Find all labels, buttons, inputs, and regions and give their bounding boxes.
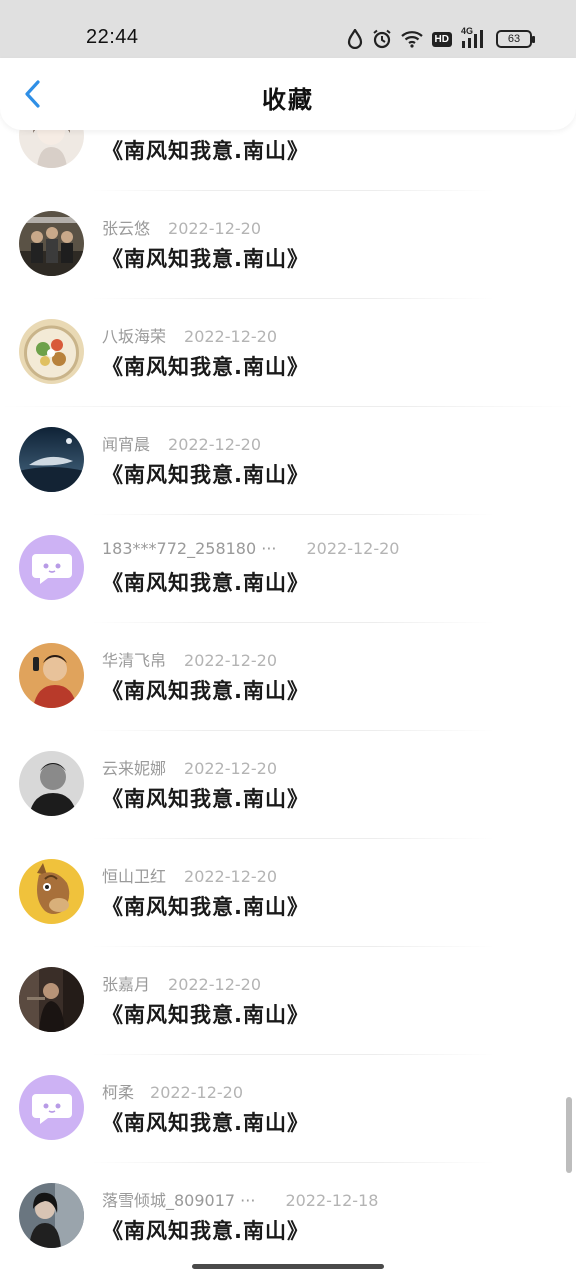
status-bar: 22:44 HD 4G 63 [0,0,576,58]
post-date: 2022-12-20 [168,435,261,454]
user-name: 恒山卫红 [102,867,167,886]
item-meta: 张云悠 2022-12-20 [102,215,261,238]
post-date: 2022-12-20 [150,1083,243,1102]
post-date: 2022-12-20 [306,539,400,558]
user-name: 闻宵晨 [102,435,151,454]
avatar [19,427,84,492]
book-title: 《南风知我意.南山》 [102,571,309,595]
list-item[interactable]: 华清飞帛 2022-12-20 《南风知我意.南山》 [0,623,576,731]
avatar [19,211,84,276]
default-avatar [19,535,84,600]
book-title: 《南风知我意.南山》 [102,787,309,811]
status-time: 22:44 [86,26,139,48]
avatar [19,643,84,708]
chat-bubble-icon [31,553,72,584]
avatar [19,751,84,816]
list-item[interactable]: 闻宵晨 2022-12-20 《南风知我意.南山》 [0,407,576,515]
item-meta: 闻宵晨 2022-12-20 [102,431,261,454]
post-date: 2022-12-20 [184,327,277,346]
list-item[interactable]: 恒山卫红 2022-12-20 《南风知我意.南山》 [0,839,576,947]
user-name: 183***772_258180 ··· [102,539,277,558]
item-meta: 183***772_258180 ··· 2022-12-20 [102,539,399,561]
avatar [19,1183,84,1248]
list-item[interactable]: 柯柔 2022-12-20 《南风知我意.南山》 [0,1055,576,1163]
list-item[interactable]: 八坂海荣 2022-12-20 《南风知我意.南山》 [0,299,576,407]
list-item[interactable]: 张嘉月 2022-12-20 《南风知我意.南山》 [0,947,576,1055]
item-meta: 落雪倾城_809017 ··· 2022-12-18 [102,1187,379,1210]
book-title: 《南风知我意.南山》 [102,895,309,919]
chat-bubble-icon [31,1093,72,1124]
page-title: 收藏 [262,86,314,114]
default-avatar [19,1075,84,1140]
user-name: 云来妮娜 [102,759,167,778]
book-title: 《南风知我意.南山》 [102,355,309,379]
item-meta: 柯柔 2022-12-20 [102,1079,243,1102]
item-meta: 八坂海荣 2022-12-20 [102,323,277,346]
avatar [19,130,84,168]
item-meta: 张嘉月 2022-12-20 [102,971,261,994]
post-date: 2022-12-20 [168,219,261,238]
post-date: 2022-12-18 [285,1191,379,1210]
battery-level: 63 [507,33,521,45]
water-drop-icon [347,29,363,49]
wifi-icon [400,30,423,48]
list-item[interactable]: 183***772_258180 ··· 2022-12-20 《南风知我意.南… [0,515,576,623]
book-title: 《南风知我意.南山》 [102,1003,309,1027]
avatar [19,967,84,1032]
navigation-bar: 收藏 [0,58,576,130]
post-date: 2022-12-20 [184,651,277,670]
item-meta: 华清飞帛 2022-12-20 [102,647,277,670]
item-meta: 云来妮娜 2022-12-20 [102,755,277,778]
user-name: 张嘉月 [102,975,151,994]
list-item[interactable]: 张云悠 2022-12-20 《南风知我意.南山》 [0,191,576,299]
book-title: 《南风知我意.南山》 [102,679,309,703]
book-title: 《南风知我意.南山》 [102,139,309,163]
post-date: 2022-12-20 [168,975,261,994]
book-title: 《南风知我意.南山》 [102,463,309,487]
avatar [19,859,84,924]
favorites-list: 《南风知我意.南山》 张云悠 2022-12-20 《南风知我意.南山》 八坂海… [0,130,576,1280]
scrollbar[interactable] [566,1097,572,1173]
alarm-clock-icon [372,29,392,49]
status-icons: HD 4G 63 [347,26,535,52]
user-name: 落雪倾城_809017 ··· [102,1191,256,1210]
signal-icon: 4G [461,26,487,49]
book-title: 《南风知我意.南山》 [102,1219,309,1243]
user-name: 八坂海荣 [102,327,167,346]
user-name: 张云悠 [102,219,151,238]
user-name: 柯柔 [102,1083,135,1102]
user-name: 华清飞帛 [102,651,167,670]
post-date: 2022-12-20 [184,759,277,778]
battery-icon: 63 [496,30,535,48]
hd-icon: HD [431,31,452,47]
home-indicator[interactable] [192,1264,384,1269]
item-meta: 恒山卫红 2022-12-20 [102,863,277,886]
post-date: 2022-12-20 [184,867,277,886]
list-item[interactable]: 《南风知我意.南山》 [0,130,576,191]
book-title: 《南风知我意.南山》 [102,1111,309,1135]
list-item[interactable]: 云来妮娜 2022-12-20 《南风知我意.南山》 [0,731,576,839]
avatar [19,319,84,384]
list-item[interactable]: 落雪倾城_809017 ··· 2022-12-18 《南风知我意.南山》 [0,1163,576,1271]
book-title: 《南风知我意.南山》 [102,247,309,271]
